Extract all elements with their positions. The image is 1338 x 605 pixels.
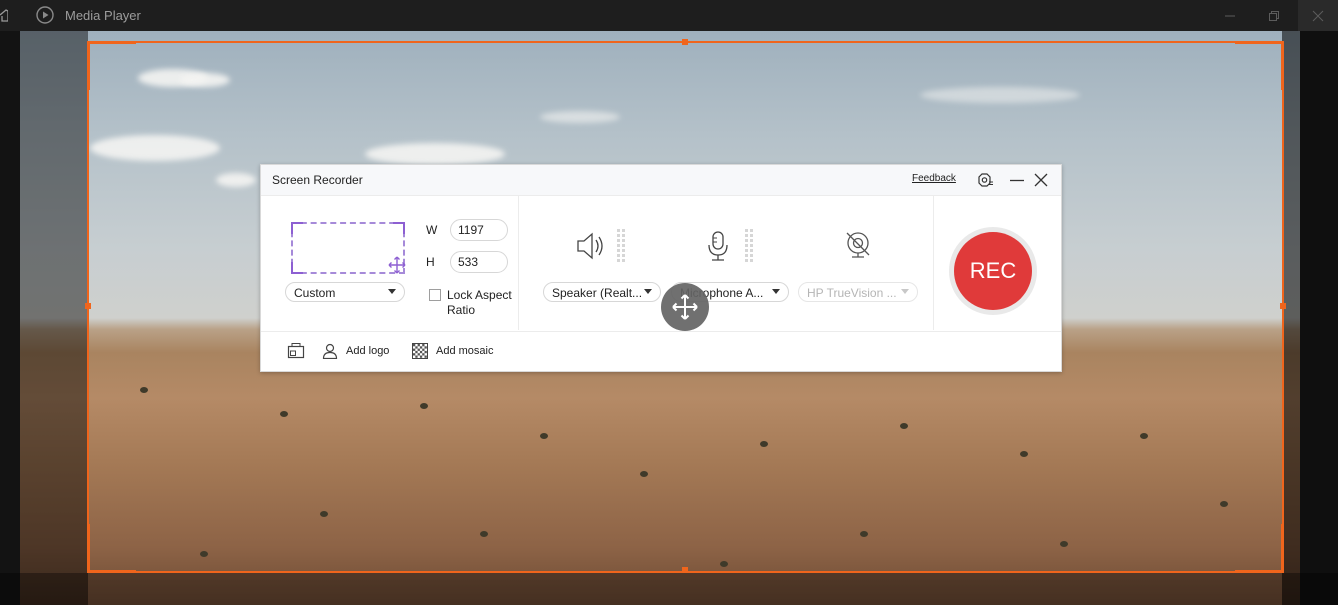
add-logo-label: Add logo (346, 345, 390, 357)
add-mosaic-label: Add mosaic (436, 345, 494, 357)
close-panel-icon[interactable] (1032, 172, 1050, 188)
resize-handle-top-left[interactable] (87, 41, 136, 90)
screenshot-icon (287, 343, 305, 359)
maximize-icon (1269, 10, 1279, 21)
home-icon[interactable] (0, 7, 8, 23)
region-preset-dropdown[interactable]: Custom (285, 282, 405, 302)
resize-handle-bottom-left[interactable] (87, 524, 136, 573)
resize-handle-top[interactable] (682, 39, 688, 45)
camera-value: HP TrueVision ... (807, 286, 897, 300)
chevron-down-icon (644, 289, 652, 294)
dimmed-area-right (1282, 31, 1338, 605)
screenshot-tool[interactable] (287, 343, 313, 359)
speaker-icon[interactable] (575, 229, 609, 263)
user-icon (322, 343, 338, 359)
lock-aspect-checkbox[interactable] (429, 289, 441, 301)
minimize-icon (1225, 15, 1235, 16)
speaker-value: Speaker (Realt... (552, 286, 643, 300)
move-panel-handle[interactable] (661, 283, 709, 331)
move-icon (672, 294, 698, 320)
microphone-level-meter (745, 229, 753, 262)
close-icon (1312, 10, 1324, 21)
chevron-down-icon (388, 289, 396, 294)
resize-handle-bottom-right[interactable] (1235, 524, 1284, 573)
panel-title: Screen Recorder (272, 173, 363, 187)
resize-handle-top-right[interactable] (1235, 41, 1284, 90)
width-label: W (426, 223, 438, 237)
minimize-panel-icon[interactable] (1008, 172, 1026, 188)
move-region-icon[interactable] (388, 256, 406, 274)
height-label: H (426, 255, 435, 269)
section-divider (518, 196, 519, 330)
speaker-dropdown[interactable]: Speaker (Realt... (543, 282, 661, 302)
screen-recorder-panel: Screen Recorder Feedback Custom W 1197 H… (260, 164, 1062, 372)
width-input[interactable]: 1197 (450, 219, 508, 241)
resize-handle-right[interactable] (1280, 303, 1286, 309)
close-button[interactable] (1298, 0, 1338, 31)
toolbar-divider (261, 331, 1061, 332)
region-preset-value: Custom (294, 286, 336, 300)
chevron-down-icon (772, 289, 780, 294)
mosaic-icon (412, 343, 428, 359)
speaker-level-meter (617, 229, 625, 262)
lock-aspect-label: Lock Aspect Ratio (447, 288, 512, 317)
chevron-down-icon (901, 289, 909, 294)
add-mosaic-button[interactable]: Add mosaic (412, 343, 493, 359)
rec-button[interactable]: REC (954, 232, 1032, 310)
window-title: Media Player (65, 8, 141, 23)
camera-dropdown[interactable]: HP TrueVision ... (798, 282, 918, 302)
section-divider (933, 196, 934, 330)
resize-handle-left[interactable] (85, 303, 91, 309)
dimmed-area-left (0, 31, 88, 605)
feedback-link[interactable]: Feedback (912, 173, 956, 184)
settings-icon[interactable] (976, 172, 994, 188)
camera-off-icon[interactable] (841, 229, 875, 263)
height-input[interactable]: 533 (450, 251, 508, 273)
dimmed-area-bottom (0, 573, 1338, 605)
resize-handle-bottom[interactable] (682, 567, 688, 573)
panel-header: Screen Recorder Feedback (261, 165, 1061, 196)
title-bar: Media Player (0, 0, 1338, 31)
play-icon (36, 6, 54, 24)
maximize-button[interactable] (1254, 0, 1294, 31)
add-logo-button[interactable]: Add logo (322, 343, 389, 359)
minimize-button[interactable] (1210, 0, 1250, 31)
microphone-icon[interactable] (701, 229, 735, 263)
